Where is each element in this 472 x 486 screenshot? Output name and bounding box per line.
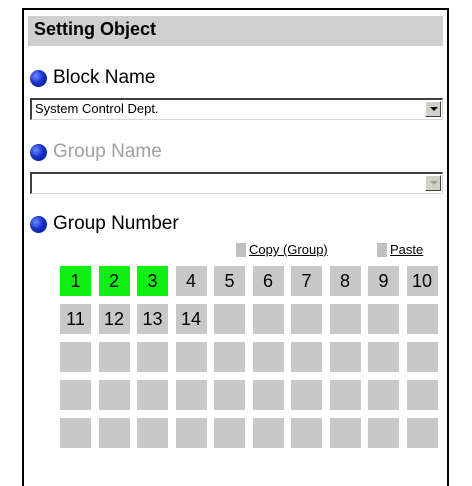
group-number-cell[interactable]: 4 <box>175 266 207 296</box>
copy-group-button[interactable]: Copy (Group) <box>236 242 328 257</box>
group-number-cell[interactable] <box>175 380 207 410</box>
group-number-cell[interactable] <box>98 380 130 410</box>
paste-button[interactable]: Paste <box>377 242 423 257</box>
group-number-cell[interactable] <box>60 418 91 448</box>
group-number-cell[interactable]: 13 <box>137 304 168 334</box>
copy-group-link[interactable]: Copy (Group) <box>249 242 328 257</box>
group-number-cell[interactable]: 9 <box>368 266 399 296</box>
group-number-cell[interactable]: 1 <box>60 266 91 296</box>
group-number-section: Group Number <box>30 213 179 235</box>
panel-title: Setting Object <box>28 16 443 46</box>
group-name-label: Group Name <box>53 141 162 162</box>
group-number-cell[interactable] <box>252 418 284 448</box>
setting-object-panel: Setting Object Block Name System Control… <box>22 8 449 486</box>
group-number-cell[interactable]: 8 <box>329 266 361 296</box>
group-number-cell[interactable] <box>214 342 245 372</box>
dropdown-arrow-icon[interactable] <box>425 101 441 117</box>
group-number-cell[interactable] <box>368 380 399 410</box>
block-bullet-icon <box>30 69 47 87</box>
group-number-cell[interactable]: 6 <box>252 266 284 296</box>
group-number-label: Group Number <box>53 213 179 234</box>
group-number-cell[interactable] <box>406 380 438 410</box>
group-name-section: Group Name <box>30 141 162 163</box>
group-number-cell[interactable]: 3 <box>137 266 168 296</box>
group-number-cell[interactable] <box>291 380 322 410</box>
group-number-cell[interactable] <box>252 304 284 334</box>
group-number-cell[interactable]: 2 <box>98 266 130 296</box>
group-number-cell[interactable] <box>252 380 284 410</box>
group-number-cell[interactable]: 5 <box>214 266 245 296</box>
group-name-bullet-icon <box>30 143 47 161</box>
group-number-cell[interactable]: 14 <box>175 304 207 334</box>
group-number-cell[interactable] <box>406 304 438 334</box>
block-name-section: Block Name <box>30 67 155 89</box>
group-number-cell[interactable] <box>291 418 322 448</box>
group-number-cell[interactable] <box>329 380 361 410</box>
group-number-cell[interactable] <box>329 418 361 448</box>
paste-marker-icon <box>377 242 387 257</box>
group-number-cell[interactable] <box>291 304 322 334</box>
group-number-cell[interactable] <box>175 418 207 448</box>
dropdown-arrow-icon <box>425 175 441 191</box>
group-number-cell[interactable] <box>214 304 245 334</box>
group-number-grid: 1 2 3 4 5 6 7 8 9 10 11 12 13 14 <box>60 266 445 448</box>
group-number-cell[interactable] <box>329 342 361 372</box>
group-number-cell[interactable] <box>368 342 399 372</box>
group-number-cell[interactable] <box>137 418 168 448</box>
group-number-cell[interactable] <box>98 342 130 372</box>
paste-link[interactable]: Paste <box>390 242 423 257</box>
group-number-cell[interactable] <box>60 342 91 372</box>
group-number-cell[interactable] <box>252 342 284 372</box>
block-name-dropdown[interactable]: System Control Dept. <box>30 98 443 120</box>
group-number-cell[interactable] <box>175 342 207 372</box>
group-number-cell[interactable] <box>60 380 91 410</box>
group-number-cell[interactable] <box>98 418 130 448</box>
group-number-cell[interactable]: 10 <box>406 266 438 296</box>
group-number-cell[interactable]: 7 <box>291 266 322 296</box>
group-number-cell[interactable] <box>291 342 322 372</box>
group-number-cell[interactable] <box>214 418 245 448</box>
group-name-dropdown <box>30 172 443 194</box>
group-number-cell[interactable] <box>137 380 168 410</box>
group-number-cell[interactable] <box>329 304 361 334</box>
group-number-cell[interactable] <box>214 380 245 410</box>
copy-marker-icon <box>236 242 246 257</box>
group-number-cell[interactable]: 11 <box>60 304 91 334</box>
group-number-cell[interactable] <box>137 342 168 372</box>
block-name-label: Block Name <box>53 67 156 88</box>
group-number-cell[interactable] <box>406 418 438 448</box>
block-name-value: System Control Dept. <box>35 101 159 116</box>
group-number-bullet-icon <box>30 215 47 233</box>
group-number-cell[interactable] <box>406 342 438 372</box>
group-number-cell[interactable]: 12 <box>98 304 130 334</box>
group-number-cell[interactable] <box>368 304 399 334</box>
group-number-cell[interactable] <box>368 418 399 448</box>
